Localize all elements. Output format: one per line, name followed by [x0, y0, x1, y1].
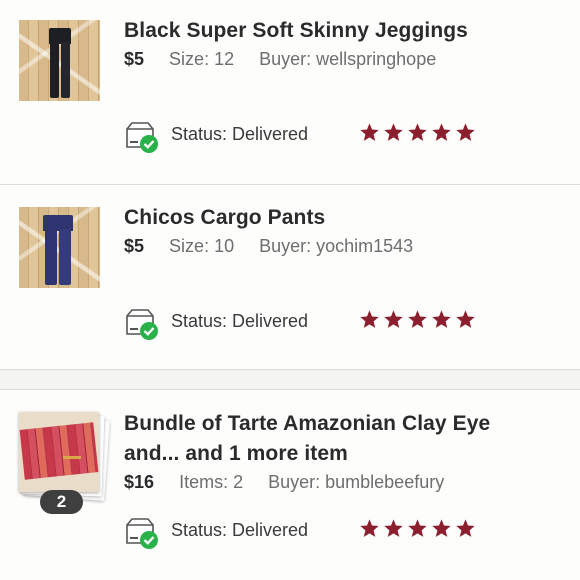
item-meta: $5 Size: 12 Buyer: wellspringhope — [124, 49, 436, 70]
order-card[interactable]: Black Super Soft Skinny Jeggings $5 Size… — [0, 0, 580, 185]
order-card[interactable]: Chicos Cargo Pants $5 Size: 10 Buyer: yo… — [0, 185, 580, 370]
item-thumbnail[interactable] — [19, 207, 100, 288]
package-delivered-icon — [126, 122, 158, 153]
status-row: Status: Delivered — [124, 307, 484, 341]
status-text: Status: Delivered — [171, 520, 309, 540]
cargo-pants-image — [43, 215, 73, 285]
item-price: $5 — [124, 236, 145, 256]
item-size: Size: 12 — [169, 49, 235, 69]
star-icon — [384, 123, 403, 141]
buyer-name: Buyer: bumblebeefury — [268, 472, 445, 492]
item-price: $16 — [124, 472, 155, 492]
star-icon — [408, 310, 427, 328]
status-row: Status: Delivered — [124, 516, 484, 550]
buyer-name: Buyer: yochim1543 — [259, 236, 414, 256]
star-icon — [456, 123, 475, 141]
item-price: $5 — [124, 49, 145, 69]
star-icon — [408, 123, 427, 141]
star-icon — [360, 310, 379, 328]
star-icon — [432, 310, 451, 328]
item-title-line-1[interactable]: Bundle of Tarte Amazonian Clay Eye — [124, 409, 490, 439]
package-delivered-icon — [126, 309, 158, 340]
star-icon — [408, 519, 427, 537]
star-icon — [432, 519, 451, 537]
rating-stars — [359, 122, 476, 143]
item-count: Items: 2 — [179, 472, 244, 492]
status-text: Status: Delivered — [171, 124, 309, 144]
jeggings-image — [49, 28, 71, 98]
status-text: Status: Delivered — [171, 311, 309, 331]
item-meta: $16 Items: 2 Buyer: bumblebeefury — [124, 472, 444, 493]
status-row: Status: Delivered — [124, 120, 484, 154]
star-icon — [360, 123, 379, 141]
rating-stars — [359, 518, 476, 539]
rating-stars — [359, 309, 476, 330]
item-title-line-2[interactable]: and... and 1 more item — [124, 439, 348, 469]
order-card[interactable]: 2 Bundle of Tarte Amazonian Clay Eye and… — [0, 389, 580, 580]
star-icon — [456, 310, 475, 328]
bundle-thumbnail-stack[interactable] — [19, 412, 110, 501]
star-icon — [360, 519, 379, 537]
star-icon — [432, 123, 451, 141]
star-icon — [384, 310, 403, 328]
star-icon — [384, 519, 403, 537]
eyeshadow-palette-image — [19, 412, 99, 492]
item-size: Size: 10 — [169, 236, 235, 256]
star-icon — [456, 519, 475, 537]
package-delivered-icon — [126, 518, 158, 549]
buyer-name: Buyer: wellspringhope — [259, 49, 437, 69]
item-title[interactable]: Black Super Soft Skinny Jeggings — [124, 16, 468, 46]
item-meta: $5 Size: 10 Buyer: yochim1543 — [124, 236, 413, 257]
bundle-count-badge: 2 — [40, 490, 83, 514]
item-thumbnail[interactable] — [19, 20, 100, 101]
item-title[interactable]: Chicos Cargo Pants — [124, 203, 325, 233]
